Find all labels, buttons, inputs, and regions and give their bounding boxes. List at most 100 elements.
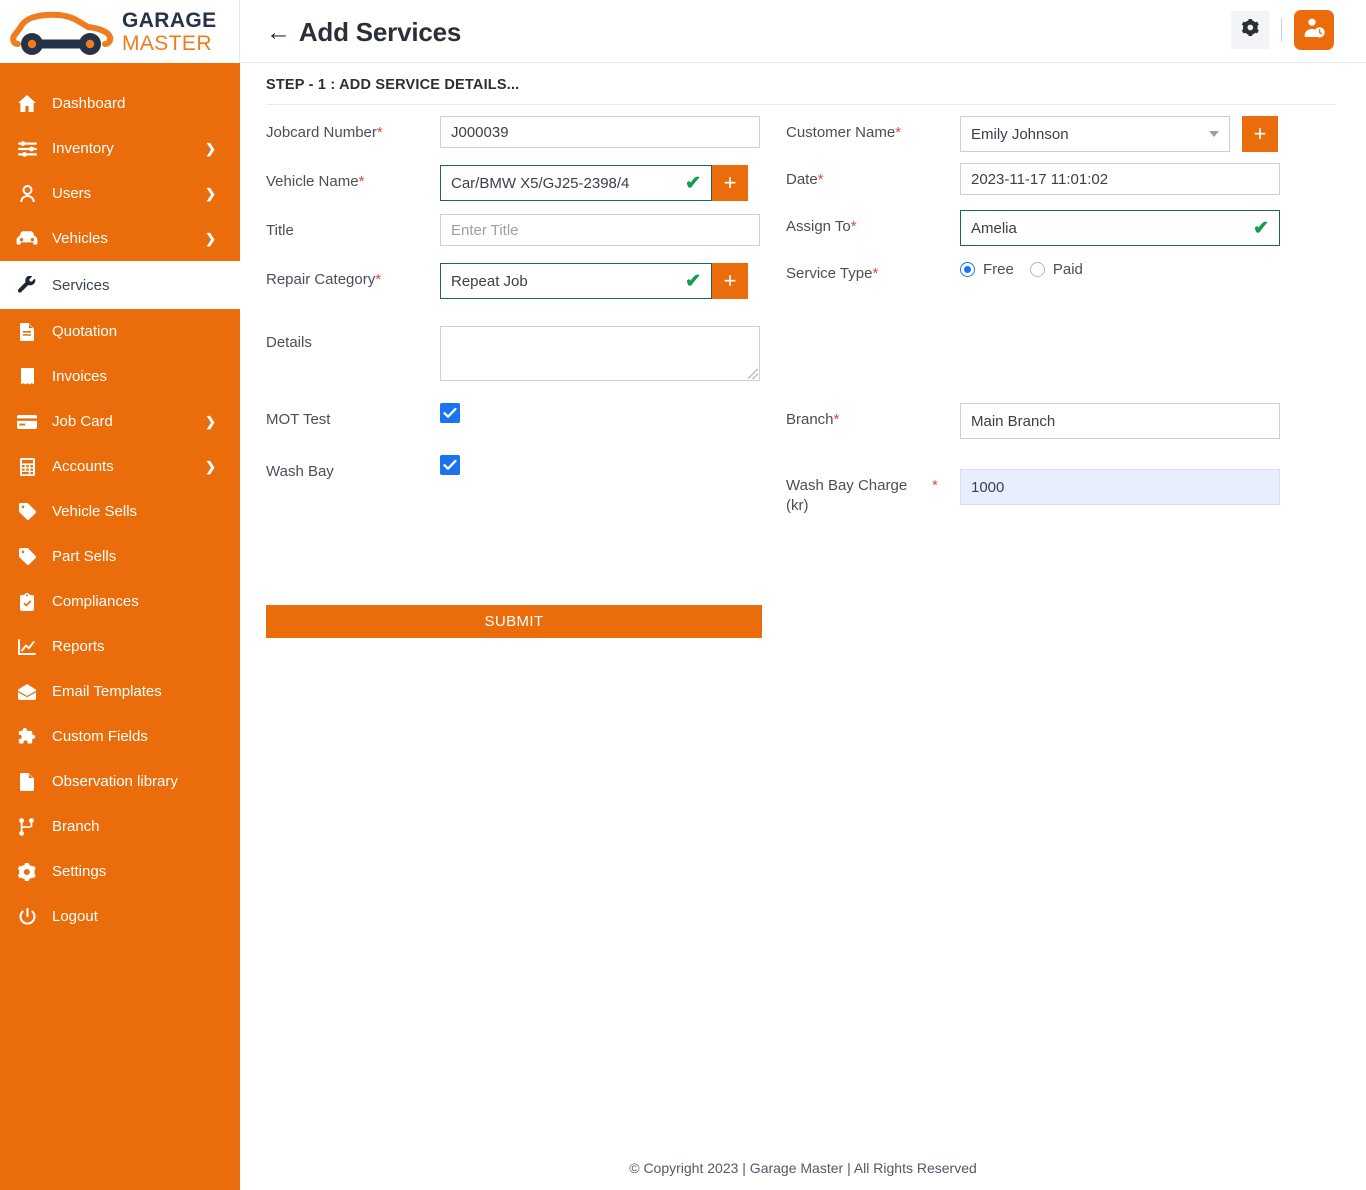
radio-free[interactable] bbox=[960, 262, 975, 277]
sidebar-item-inventory[interactable]: Inventory ❯ bbox=[0, 126, 240, 171]
title-label: Title bbox=[266, 222, 294, 239]
tag-icon bbox=[14, 547, 40, 567]
power-icon bbox=[14, 907, 40, 927]
sidebar-item-job-card[interactable]: Job Card ❯ bbox=[0, 399, 240, 444]
sidebar-item-label: Quotation bbox=[52, 323, 118, 340]
assign-to-input[interactable]: Amelia ✔ bbox=[960, 210, 1280, 246]
field-row-title: Title Enter Title bbox=[266, 214, 760, 246]
service-type-option-free[interactable]: Free bbox=[960, 261, 1014, 278]
car-icon bbox=[14, 229, 40, 249]
branch-input[interactable]: Main Branch bbox=[960, 403, 1280, 439]
puzzle-icon bbox=[14, 727, 40, 747]
sidebar-item-custom-fields[interactable]: Custom Fields bbox=[0, 714, 240, 759]
field-row-branch: Branch* Main Branch bbox=[786, 403, 1280, 439]
sidebar-item-compliances[interactable]: Compliances bbox=[0, 579, 240, 624]
required-mark: * bbox=[833, 411, 840, 428]
resize-grip-icon[interactable] bbox=[748, 369, 758, 379]
sidebar-item-users[interactable]: Users ❯ bbox=[0, 171, 240, 216]
footer: © Copyright 2023 | Garage Master | All R… bbox=[240, 1146, 1366, 1190]
brand-name: GARAGE MASTER bbox=[122, 10, 217, 54]
file-invoice-icon bbox=[14, 322, 40, 342]
brand-name-line2: MASTER bbox=[122, 31, 212, 55]
receipt-icon bbox=[14, 367, 40, 387]
required-mark: * bbox=[850, 218, 857, 235]
sidebar-item-branch[interactable]: Branch bbox=[0, 804, 240, 849]
add-repair-category-button[interactable]: + bbox=[712, 263, 748, 299]
sidebar-nav: Dashboard Inventory ❯ Users ❯ Vehicles ❯… bbox=[0, 63, 240, 939]
field-row-vehicle-name: Vehicle Name* Car/BMW X5/GJ25-2398/4 ✔ + bbox=[266, 165, 748, 201]
jobcard-number-label: Jobcard Number* bbox=[266, 124, 383, 141]
check-icon bbox=[443, 459, 457, 470]
sidebar-item-label: Custom Fields bbox=[52, 728, 148, 745]
sidebar-item-email-templates[interactable]: Email Templates bbox=[0, 669, 240, 714]
submit-button[interactable]: SUBMIT bbox=[266, 605, 762, 638]
add-customer-button[interactable]: + bbox=[1242, 116, 1278, 152]
jobcard-number-value: J000039 bbox=[451, 123, 509, 141]
sidebar-item-part-sells[interactable]: Part Sells bbox=[0, 534, 240, 579]
title-input[interactable]: Enter Title bbox=[440, 214, 760, 246]
required-mark: * bbox=[817, 171, 824, 188]
required-mark: * bbox=[375, 271, 382, 288]
field-row-date: Date* 2023-11-17 11:01:02 bbox=[786, 163, 1280, 195]
repair-category-label: Repair Category* bbox=[266, 271, 382, 288]
sidebar-item-settings[interactable]: Settings bbox=[0, 849, 240, 894]
jobcard-number-input[interactable]: J000039 bbox=[440, 116, 760, 148]
settings-button[interactable] bbox=[1231, 11, 1269, 49]
sidebar-item-reports[interactable]: Reports bbox=[0, 624, 240, 669]
wash-bay-checkbox[interactable] bbox=[440, 455, 460, 475]
chevron-down-icon bbox=[1209, 131, 1219, 137]
user-clock-icon bbox=[1303, 17, 1325, 44]
back-button[interactable]: ← bbox=[266, 20, 291, 45]
repair-category-input[interactable]: Repeat Job ✔ bbox=[440, 263, 712, 299]
field-row-wash-bay-charge: Wash Bay Charge (kr) * 1000 bbox=[786, 469, 1280, 517]
mot-test-checkbox[interactable] bbox=[440, 403, 460, 423]
details-label: Details bbox=[266, 334, 312, 351]
wash-bay-label: Wash Bay bbox=[266, 463, 334, 480]
sidebar-item-label: Users bbox=[52, 185, 92, 202]
car-wrench-logo-icon bbox=[10, 11, 114, 55]
sidebar-item-label: Branch bbox=[52, 818, 100, 835]
sidebar-item-observation-library[interactable]: Observation library bbox=[0, 759, 240, 804]
sidebar-item-vehicle-sells[interactable]: Vehicle Sells bbox=[0, 489, 240, 534]
sidebar-item-services[interactable]: Services bbox=[0, 261, 240, 309]
page-title-text: Add Services bbox=[298, 17, 462, 47]
date-input[interactable]: 2023-11-17 11:01:02 bbox=[960, 163, 1280, 195]
sliders-icon bbox=[14, 139, 40, 159]
sidebar-item-quotation[interactable]: Quotation bbox=[0, 309, 240, 354]
date-value: 2023-11-17 11:01:02 bbox=[971, 170, 1109, 188]
sidebar-item-invoices[interactable]: Invoices bbox=[0, 354, 240, 399]
clipboard-check-icon bbox=[14, 592, 40, 612]
tag-icon bbox=[14, 502, 40, 522]
add-vehicle-button[interactable]: + bbox=[712, 165, 748, 201]
sidebar-item-dashboard[interactable]: Dashboard bbox=[0, 81, 240, 126]
user-clock-button[interactable] bbox=[1294, 10, 1334, 50]
wrench-icon bbox=[14, 275, 40, 295]
wash-bay-charge-value: 1000 bbox=[971, 478, 1005, 496]
app-root: GARAGE MASTER Dashboard Inventory ❯ User… bbox=[0, 0, 1366, 1190]
sidebar-item-accounts[interactable]: Accounts ❯ bbox=[0, 444, 240, 489]
required-mark: * bbox=[358, 173, 365, 190]
customer-name-select[interactable]: Emily Johnson bbox=[960, 116, 1230, 152]
brand-logo[interactable]: GARAGE MASTER bbox=[0, 0, 240, 63]
vehicle-name-input[interactable]: Car/BMW X5/GJ25-2398/4 ✔ bbox=[440, 165, 712, 201]
chevron-right-icon: ❯ bbox=[205, 185, 216, 201]
sidebar-item-logout[interactable]: Logout bbox=[0, 894, 240, 939]
field-row-mot-test: MOT Test bbox=[266, 403, 460, 430]
wash-bay-charge-input[interactable]: 1000 bbox=[960, 469, 1280, 505]
sidebar-item-vehicles[interactable]: Vehicles ❯ bbox=[0, 216, 240, 261]
service-type-option-paid[interactable]: Paid bbox=[1029, 261, 1083, 278]
details-textarea[interactable] bbox=[440, 326, 760, 381]
sidebar: GARAGE MASTER Dashboard Inventory ❯ User… bbox=[0, 0, 240, 1190]
sidebar-item-label: Email Templates bbox=[52, 683, 162, 700]
customer-name-label: Customer Name* bbox=[786, 124, 902, 141]
sidebar-item-label: Settings bbox=[52, 863, 107, 880]
sidebar-item-label: Compliances bbox=[52, 593, 139, 610]
check-icon: ✔ bbox=[685, 172, 701, 194]
chart-line-icon bbox=[14, 637, 40, 657]
page-title: ← Add Services bbox=[266, 17, 461, 48]
field-row-details: Details bbox=[266, 326, 760, 381]
check-icon: ✔ bbox=[1253, 217, 1269, 239]
field-row-jobcard-number: Jobcard Number* J000039 bbox=[266, 116, 760, 148]
radio-paid[interactable] bbox=[1029, 262, 1045, 277]
check-icon: ✔ bbox=[685, 270, 701, 292]
